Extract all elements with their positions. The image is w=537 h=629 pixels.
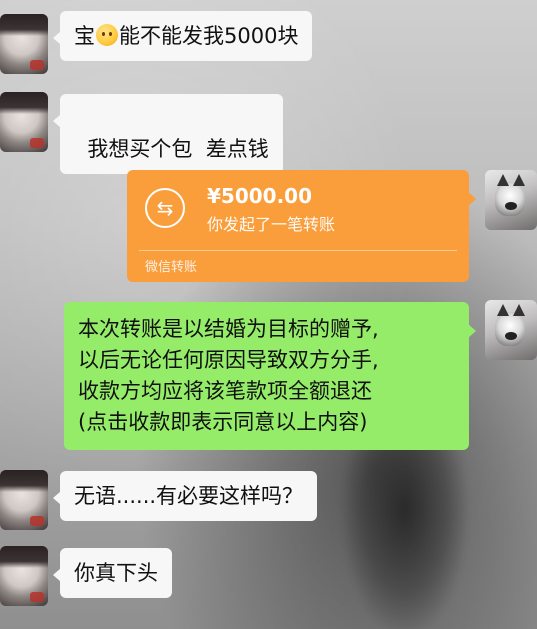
- wolf-avatar-face: [495, 312, 525, 346]
- wolf-ear-right: [513, 174, 525, 186]
- message-line: (点击收款即表示同意以上内容): [78, 410, 368, 434]
- received-message-bubble[interactable]: 无语......有必要这样吗？: [52, 471, 318, 521]
- wolf-snout: [505, 202, 517, 210]
- received-message-bubble[interactable]: 我想买个包 差点钱: [53, 94, 283, 174]
- message-text-part: 能不能发我5000块: [119, 24, 299, 48]
- background-shadow-figure: [340, 440, 470, 629]
- sent-message-bubble[interactable]: 本次转账是以结婚为目标的赠予, 以后无论任何原因导致双方分手, 收款方均应将该笔…: [64, 302, 476, 450]
- transfer-amount: ¥5000.00: [207, 184, 313, 208]
- self-avatar[interactable]: [485, 300, 537, 360]
- wolf-snout: [505, 332, 517, 340]
- wolf-ear-left: [497, 304, 509, 316]
- avatar-hair: [0, 92, 48, 114]
- message-text: 你真下头: [74, 561, 158, 585]
- avatar-accent: [30, 516, 44, 526]
- received-message-bubble[interactable]: 你真下头: [53, 548, 172, 598]
- message-line: 收款方均应将该笔款项全额退还: [78, 379, 372, 403]
- transfer-description: 你发起了一笔转账: [207, 215, 336, 234]
- avatar-accent: [30, 592, 44, 602]
- avatar-hair: [0, 470, 48, 492]
- contact-avatar[interactable]: [0, 470, 48, 530]
- smiling-face-with-tear-icon: [96, 24, 118, 46]
- contact-avatar[interactable]: [0, 92, 48, 152]
- transfer-card[interactable]: ⇆ ¥5000.00 你发起了一笔转账 微信转账: [127, 170, 476, 282]
- message-text-part: 宝: [74, 24, 95, 48]
- transfer-source-label: 微信转账: [145, 260, 198, 275]
- avatar-accent: [30, 138, 44, 148]
- received-message-bubble[interactable]: 宝能不能发我5000块: [52, 11, 313, 61]
- message-text: 无语......有必要这样吗？: [74, 484, 304, 508]
- contact-avatar[interactable]: [0, 14, 48, 74]
- message-text: 我想买个包 差点钱: [87, 137, 269, 161]
- transfer-divider: [139, 250, 457, 251]
- exchange-arrows-icon: ⇆: [145, 188, 185, 228]
- avatar-hair: [0, 14, 48, 36]
- contact-avatar[interactable]: [0, 546, 48, 606]
- wolf-ear-left: [497, 174, 509, 186]
- avatar-accent: [30, 60, 44, 70]
- message-line: 本次转账是以结婚为目标的赠予,: [78, 317, 379, 341]
- self-avatar[interactable]: [485, 170, 537, 230]
- wolf-avatar-face: [495, 182, 525, 216]
- wolf-ear-right: [513, 304, 525, 316]
- avatar-hair: [0, 546, 48, 568]
- message-line: 以后无论任何原因导致双方分手,: [78, 348, 379, 372]
